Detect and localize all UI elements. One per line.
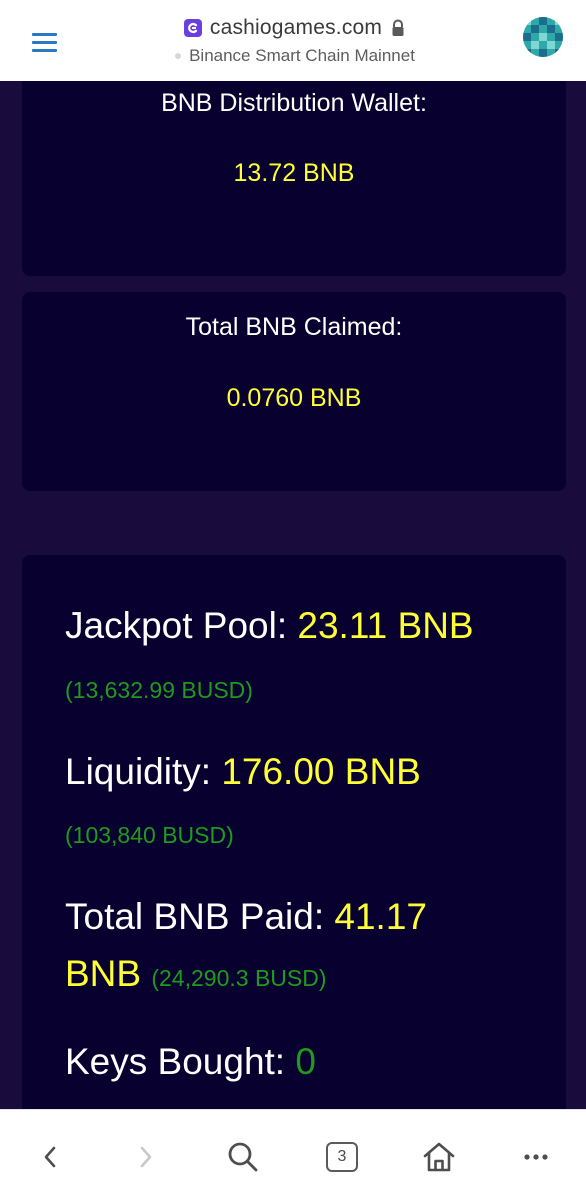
total-paid-busd: (24,290.3 BUSD) [151,965,327,991]
chevron-left-icon [44,1146,56,1168]
address-bar[interactable]: cashiogames.com Binance Smart Chain Main… [120,12,470,72]
jackpot-pool-value: 23.11 BNB [297,605,474,646]
jackpot-pool-busd: (13,632.99 BUSD) [65,677,253,703]
liquidity-value: 176.00 BNB [221,751,421,792]
site-logo-icon [183,19,202,37]
total-paid-label: Total BNB Paid: [65,896,335,937]
lock-icon [390,19,406,37]
keys-bought-label: Keys Bought: [65,1041,296,1082]
total-claimed-value: 0.0760 BNB [226,384,362,412]
search-icon [228,1142,258,1172]
chevron-right-icon [140,1146,152,1168]
liquidity-busd: (103,840 BUSD) [65,822,234,848]
menu-button[interactable] [26,26,66,58]
browser-top-bar: cashiogames.com Binance Smart Chain Main… [0,0,586,81]
menu-bar-top [32,33,57,36]
distribution-wallet-value: 13.72 BNB [233,159,355,187]
network-name: Binance Smart Chain Mainnet [189,46,415,65]
search-button[interactable] [220,1134,266,1180]
distribution-wallet-label: BNB Distribution Wallet: [161,89,427,117]
tabs-button[interactable]: 3 [319,1134,365,1180]
more-button[interactable] [513,1134,559,1180]
liquidity-label: Liquidity: [65,751,222,792]
jackpot-pool-line: Jackpot Pool: 23.11 BNB [65,605,474,647]
forward-button[interactable] [123,1134,169,1180]
page-content: BNB Distribution Wallet: 13.72 BNB Total… [0,81,586,1109]
more-dots-icon [524,1154,548,1160]
jackpot-pool-label: Jackpot Pool: [65,605,298,646]
menu-bar-middle [32,41,57,44]
total-paid-line: Total BNB Paid: 41.17 [65,896,427,938]
account-avatar[interactable] [523,17,563,57]
network-status-dot [175,53,182,59]
url-text: cashiogames.com [209,16,383,39]
url-line: cashiogames.com [120,14,470,42]
back-button[interactable] [27,1134,73,1180]
liquidity-line: Liquidity: 176.00 BNB [65,751,421,793]
tabs-icon: 3 [326,1142,358,1172]
total-paid-line-2: BNB (24,290.3 BUSD) [65,953,327,995]
total-claimed-card: Total BNB Claimed: 0.0760 BNB [22,292,566,491]
menu-bar-bottom [32,49,57,52]
keys-bought-line: Keys Bought: 0 [65,1041,316,1083]
total-paid-value: 41.17 [334,896,427,937]
network-line: Binance Smart Chain Mainnet [120,45,470,67]
tab-count: 3 [337,1148,347,1165]
browser-bottom-bar: 3 [0,1109,586,1200]
home-icon [423,1142,455,1172]
avatar-identicon-icon [523,17,563,57]
keys-bought-value: 0 [295,1041,316,1082]
stats-card: Jackpot Pool: 23.11 BNB (13,632.99 BUSD)… [22,555,566,1109]
home-button[interactable] [416,1134,462,1180]
distribution-wallet-card: BNB Distribution Wallet: 13.72 BNB [22,81,566,276]
total-paid-unit: BNB [65,953,142,994]
total-claimed-label: Total BNB Claimed: [185,313,403,341]
